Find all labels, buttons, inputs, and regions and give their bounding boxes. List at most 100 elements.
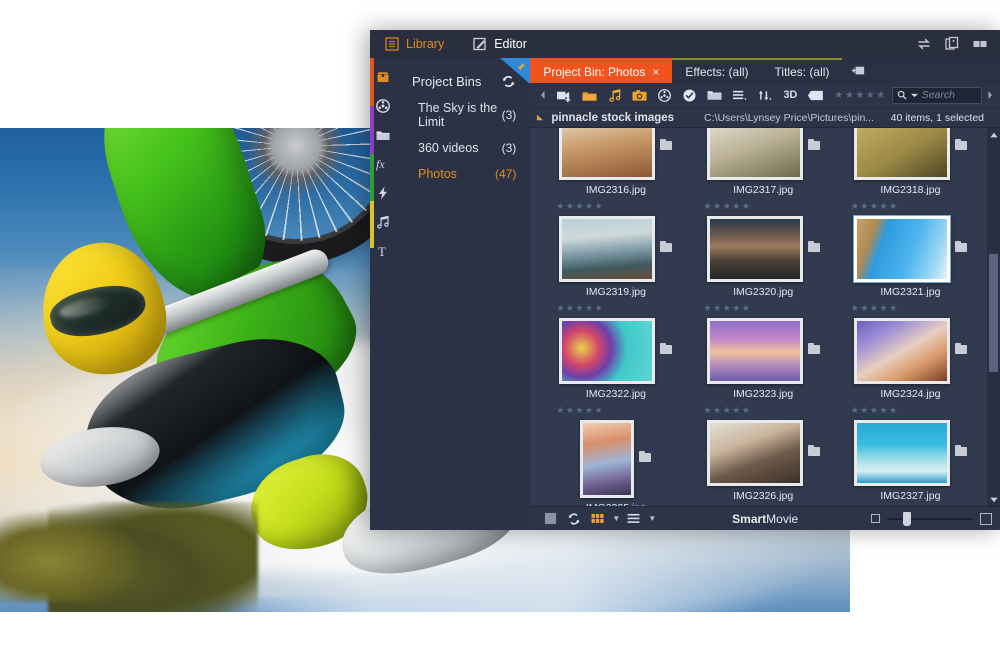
grid-view-dropdown[interactable]: ▼ — [610, 509, 622, 529]
scroll-down-button[interactable] — [987, 493, 1000, 506]
chevron-down-icon[interactable] — [910, 93, 918, 98]
thumbnail-image[interactable] — [706, 420, 803, 486]
tag-button[interactable] — [803, 83, 828, 108]
duplicate-window-icon[interactable] — [944, 36, 960, 52]
search-icon — [897, 90, 907, 100]
sync-button[interactable] — [562, 509, 586, 529]
thumb-row — [837, 128, 984, 180]
rating-stars[interactable]: ★ ★ ★ ★ ★ — [690, 405, 837, 416]
small-thumbs-icon[interactable] — [871, 514, 880, 523]
import-photo-button[interactable] — [627, 83, 652, 108]
scroll-up-button[interactable] — [987, 128, 1000, 141]
tab-editor[interactable]: Editor — [458, 30, 541, 58]
thumbnail-caption: IMG2326.jpg — [733, 490, 794, 502]
grid-item[interactable]: ★★★★★ IMG2316.jpg — [542, 128, 689, 196]
bin-item-360-videos[interactable]: 360 videos (3) — [396, 135, 530, 161]
thumbnail-zoom-control[interactable] — [871, 511, 992, 526]
rating-stars[interactable]: ★ ★ ★ ★ ★ — [837, 303, 984, 314]
view-mode-button[interactable] — [727, 83, 752, 108]
search-expand-button[interactable] — [984, 87, 996, 104]
folder-filter-button[interactable] — [702, 83, 727, 108]
tab-project-bin-photos[interactable]: Project Bin: Photos × — [530, 58, 673, 83]
thumbnail-caption: IMG2321.jpg — [880, 286, 941, 298]
large-thumbs-icon[interactable] — [980, 512, 992, 525]
bin-item-the-sky-is-the-limit[interactable]: The Sky is the Limit (3) — [396, 95, 530, 135]
thumb-row — [837, 216, 984, 282]
add-tab-button[interactable] — [842, 58, 876, 83]
thumbnail-image[interactable] — [559, 318, 656, 384]
thumbnail-image[interactable] — [706, 318, 803, 384]
grid-item[interactable]: ★ ★ ★ ★ ★ IMG2326.jpg — [690, 400, 837, 506]
text-t-icon: T — [378, 244, 386, 259]
rating-stars[interactable]: ★ ★ ★ ★ ★ — [837, 201, 984, 212]
pin-panel-button[interactable] — [500, 58, 531, 84]
import-project-button[interactable] — [577, 83, 602, 108]
grid-item[interactable]: ★ ★ ★ ★ ★ IMG2322.jpg — [542, 298, 689, 400]
window-body: fx T Project Bins The Sky is the Limit (… — [370, 58, 1000, 530]
grid-item[interactable]: ★ ★ ★ ★ ★ IMG2320.jpg — [690, 196, 837, 298]
sort-button[interactable] — [752, 83, 777, 108]
brand-bold: Smart — [732, 511, 767, 526]
rating-stars[interactable]: ★ ★ ★ ★ ★ — [690, 303, 837, 314]
window-controls — [916, 36, 1000, 52]
grid-item[interactable]: ★★★★★ IMG2325.jpg — [542, 400, 689, 506]
thumb-row — [542, 128, 689, 180]
zoom-slider-handle[interactable] — [903, 511, 911, 526]
grid-item[interactable]: ★ ★ ★ ★ ★ IMG2327.jpg — [837, 400, 984, 506]
folder-badge-icon — [660, 139, 673, 150]
rating-stars[interactable]: ★ ★ ★ ★ ★ — [837, 405, 984, 416]
rating-stars[interactable]: ★ ★ ★ ★ ★ — [690, 201, 837, 212]
scrollbar-thumb[interactable] — [989, 254, 998, 372]
grid-item[interactable]: ★ ★ ★ ★ ★ IMG2321.jpg — [837, 196, 984, 298]
left-icon-rail: fx T — [370, 58, 396, 530]
thumbnail-image[interactable] — [853, 318, 950, 384]
tab-effects[interactable]: Effects: (all) — [672, 58, 762, 83]
search-input[interactable]: Search — [922, 89, 977, 101]
3d-toggle[interactable]: 3D — [777, 89, 803, 101]
swap-icon[interactable] — [916, 36, 932, 52]
grid-vertical-scrollbar[interactable] — [987, 128, 1000, 506]
close-icon[interactable]: × — [652, 65, 659, 79]
import-audio-button[interactable] — [602, 83, 627, 108]
thumb-row — [837, 420, 984, 486]
bin-item-photos[interactable]: Photos (47) — [396, 161, 530, 187]
thumbnail-image[interactable] — [706, 216, 803, 282]
panel-toggle-button[interactable] — [538, 509, 562, 529]
rating-stars[interactable]: ★ ★ ★ ★ ★ — [542, 405, 689, 416]
tab-titles[interactable]: Titles: (all) — [761, 58, 843, 83]
grid-item[interactable]: ★ ★ ★ ★ ★ IMG2323.jpg — [690, 298, 837, 400]
thumbnail-image[interactable] — [559, 128, 656, 180]
grid-item[interactable]: ★★★★★ IMG2317.jpg — [690, 128, 837, 196]
collapse-left-button[interactable] — [534, 83, 552, 108]
strip-orange — [370, 58, 374, 106]
triangle-icon[interactable] — [536, 113, 545, 122]
grid-view-button[interactable] — [586, 509, 610, 529]
grid-item[interactable]: ★ ★ ★ ★ ★ IMG2324.jpg — [837, 298, 984, 400]
approve-filter-button[interactable] — [677, 83, 702, 108]
grid-item[interactable]: ★★★★★ IMG2318.jpg — [837, 128, 984, 196]
scroll-down-icon — [989, 497, 998, 502]
tab-library[interactable]: Library — [370, 30, 458, 58]
import-video-button[interactable] — [552, 83, 577, 108]
svg-text:fx: fx — [376, 157, 385, 171]
rating-filter[interactable]: ★ ★ ★ ★ ★ — [828, 90, 891, 101]
content-tabstrip: Project Bin: Photos × Effects: (all) Tit… — [530, 58, 1000, 83]
list-view-button[interactable] — [622, 509, 646, 529]
folder-badge-icon — [807, 343, 820, 354]
thumbnail-image-selected[interactable] — [853, 216, 950, 282]
rating-stars[interactable]: ★ ★ ★ ★ ★ — [542, 303, 689, 314]
rating-stars[interactable]: ★ ★ ★ ★ ★ — [542, 201, 689, 212]
zoom-slider-track[interactable] — [887, 511, 973, 526]
thumbnail-image[interactable] — [853, 128, 950, 180]
strip-green — [370, 154, 374, 201]
list-view-dropdown[interactable]: ▼ — [646, 509, 658, 529]
grid-item[interactable]: ★ ★ ★ ★ ★ IMG2319.jpg — [542, 196, 689, 298]
search-box[interactable]: Search — [891, 86, 982, 104]
thumbnail-image[interactable] — [580, 420, 635, 498]
thumbnail-image[interactable] — [706, 128, 803, 180]
thumbnail-image[interactable] — [559, 216, 656, 282]
thumbnail-image[interactable] — [853, 420, 950, 486]
split-view-icon[interactable] — [972, 36, 988, 52]
media-filter-button[interactable] — [652, 83, 677, 108]
thumbnail-caption: IMG2319.jpg — [585, 286, 646, 298]
